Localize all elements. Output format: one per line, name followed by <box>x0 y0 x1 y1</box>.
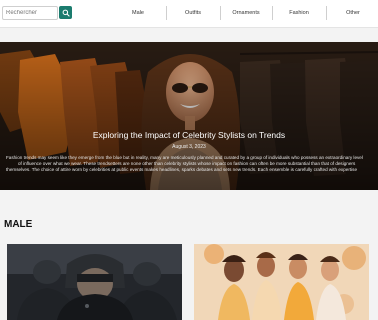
main-nav: Male Outfits Ornaments Fashion Other <box>110 5 378 21</box>
top-navigation-bar: Male Outfits Ornaments Fashion Other <box>0 0 378 28</box>
hero-excerpt-line: themselves. The choice of attire worn by… <box>6 167 358 172</box>
article-image <box>7 244 182 320</box>
nav-item-other[interactable]: Other <box>326 5 378 21</box>
search-input[interactable] <box>2 6 58 20</box>
nav-item-male[interactable]: Male <box>110 5 166 21</box>
section-title: MALE <box>4 219 33 230</box>
article-image <box>194 244 369 320</box>
hero-title[interactable]: Exploring the Impact of Celebrity Stylis… <box>0 130 378 140</box>
hero-excerpt: Fashion trends may seem like they emerge… <box>6 155 378 175</box>
nav-item-fashion[interactable]: Fashion <box>272 5 326 21</box>
hero-date: August 3, 2023 <box>172 144 206 150</box>
nav-item-outfits[interactable]: Outfits <box>166 5 220 21</box>
hero-featured-article[interactable]: Exploring the Impact of Celebrity Stylis… <box>0 42 378 190</box>
article-card[interactable] <box>7 244 182 320</box>
article-card[interactable] <box>194 244 369 320</box>
search-icon <box>62 9 70 17</box>
nav-item-ornaments[interactable]: Ornaments <box>220 5 272 21</box>
search-button[interactable] <box>59 6 72 19</box>
